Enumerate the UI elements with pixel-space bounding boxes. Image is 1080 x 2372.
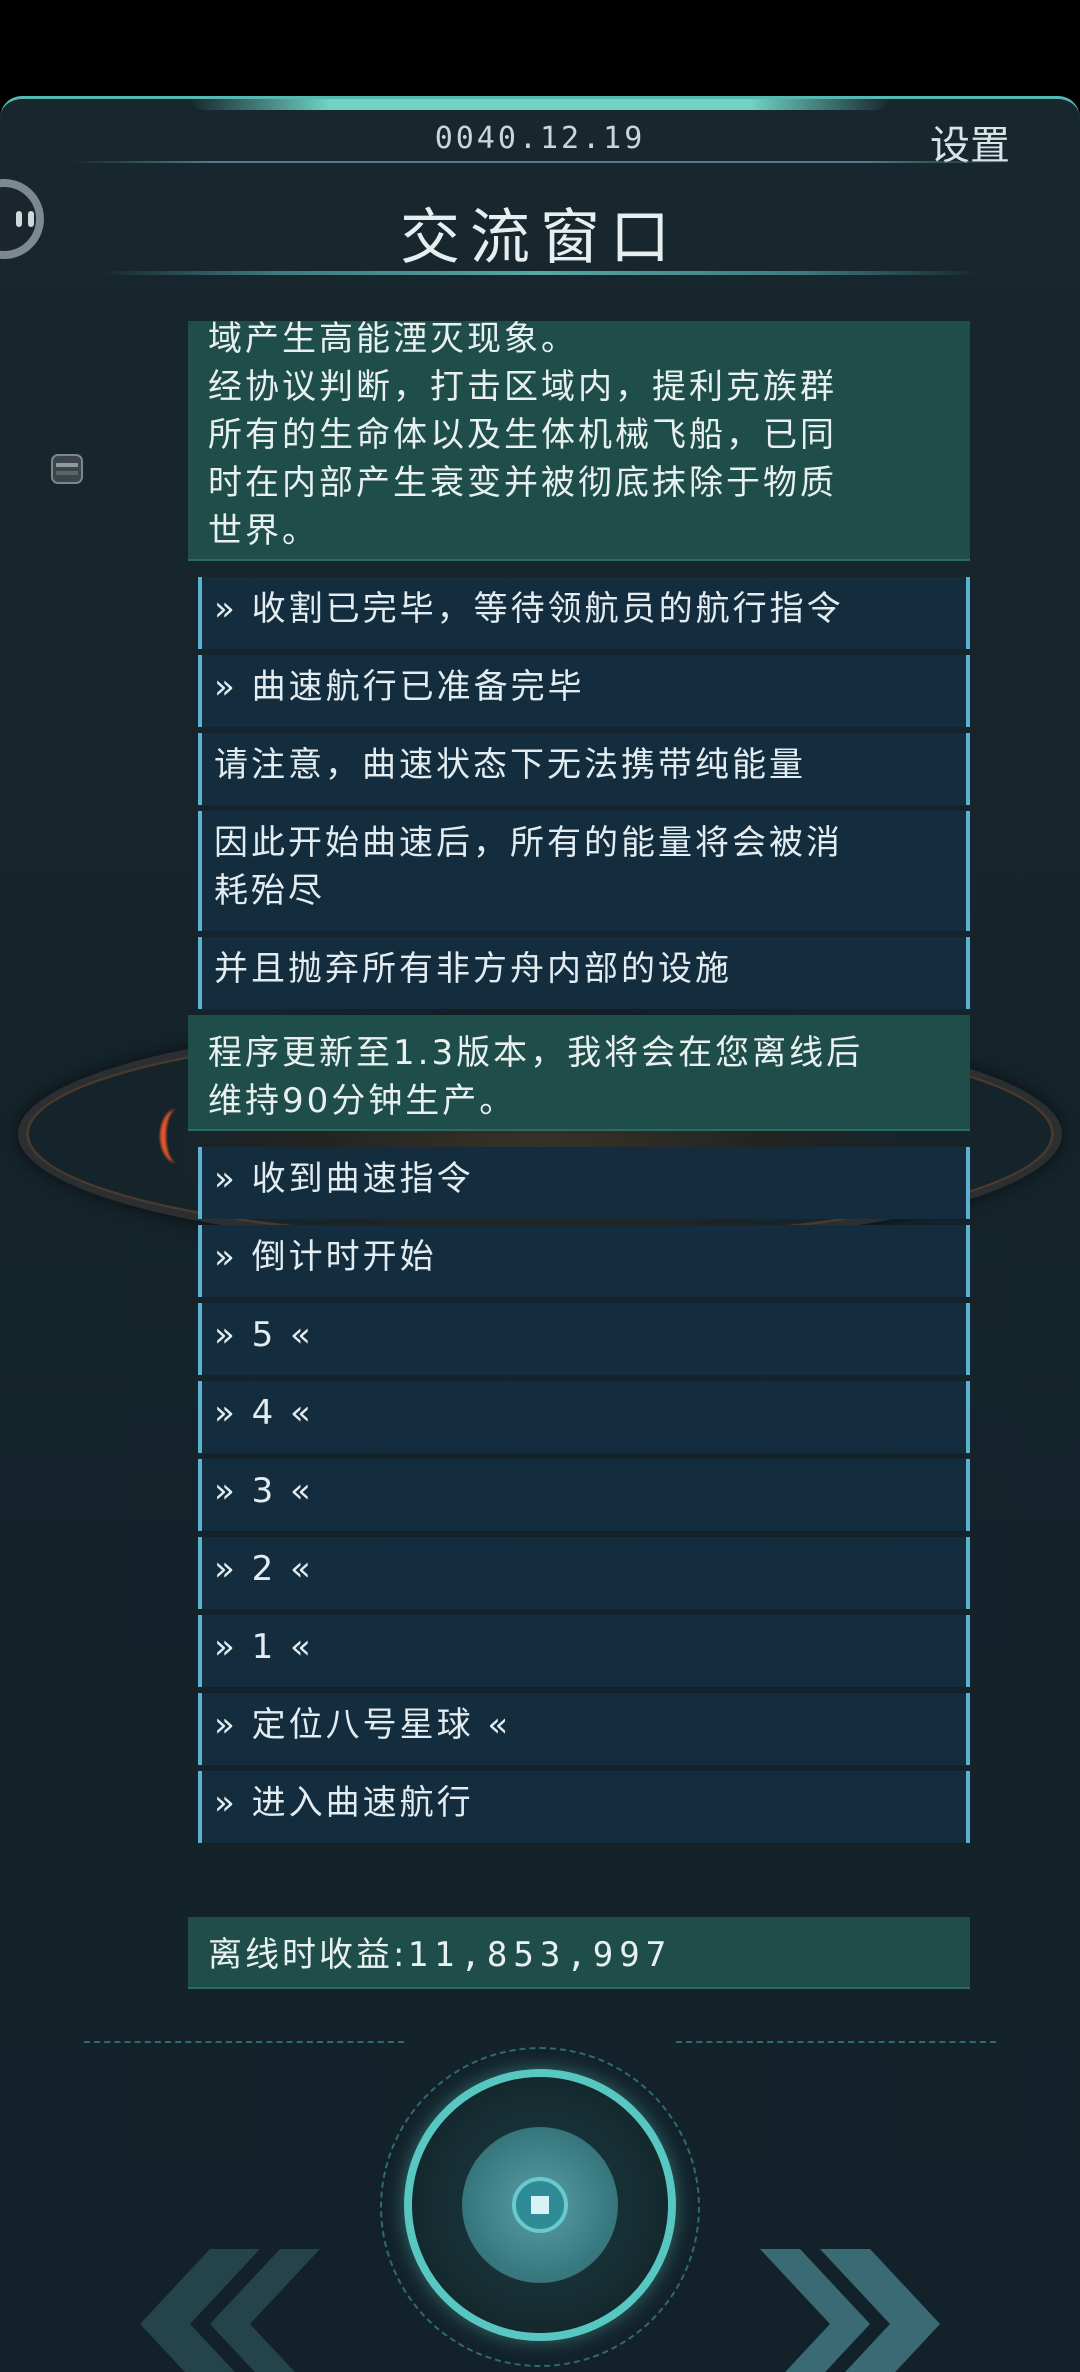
message-log[interactable]: 域产生高能湮灭现象。经协议判断，打击区域内，提利克族群 所有的生命体以及生体机械飞… (188, 321, 970, 1981)
offline-earnings-label: 离线时收益: (208, 1935, 408, 1975)
message-line: 并且抛弃所有非方舟内部的设施 (214, 949, 732, 989)
message-line: 世界。 (208, 511, 319, 551)
log-entry: 请注意，曲速状态下无法携带纯能量 (198, 733, 970, 805)
small-ship-icon (51, 454, 83, 484)
log-entry: » 倒计时开始 (198, 1225, 970, 1297)
log-entry: » 收割已完毕，等待领航员的航行指令 (198, 577, 970, 649)
message-line: 请注意，曲速状态下无法携带纯能量 (214, 745, 806, 785)
message-line: 因此开始曲速后，所有的能量将会被消 (214, 823, 843, 863)
log-entry: » 4 « (198, 1381, 970, 1453)
panel-top-glow (190, 99, 890, 110)
controls-divider-right (676, 2041, 996, 2043)
message-line: » 1 « (214, 1627, 314, 1667)
communication-panel: 0040.12.19 设置 交流窗口 域产生高能湮灭现象。 经协议判断，打击区域内… (0, 96, 1080, 2372)
header-divider-bottom (100, 271, 980, 275)
message-line: 域产生高能湮灭现象。 (208, 321, 578, 359)
message-line: » 4 « (214, 1393, 314, 1433)
log-entry: » 曲速航行已准备完毕 (198, 655, 970, 727)
message-line: 时在内部产生衰变并被彻底抹除于物质 (208, 463, 837, 503)
system-message: 程序更新至1.3版本，我将会在您离线后 维持90分钟生产。 (188, 1015, 970, 1131)
game-date: 0040.12.19 (434, 121, 646, 156)
double-chevron-right-icon[interactable] (760, 2239, 980, 2372)
log-entry: » 1 « (198, 1615, 970, 1687)
message-line: » 收到曲速指令 (214, 1159, 474, 1199)
message-line: 耗殆尽 (214, 871, 325, 911)
offline-earnings: 离线时收益:11,853,997 (188, 1917, 970, 1989)
log-entry: » 2 « (198, 1537, 970, 1609)
message-line: 维持90分钟生产。 (208, 1081, 517, 1121)
message-line: » 收割已完毕，等待领航员的航行指令 (214, 589, 844, 629)
header-divider-top (70, 161, 1010, 163)
double-chevron-left-icon[interactable] (100, 2239, 320, 2372)
message-line: 经协议判断，打击区域内，提利克族群 (208, 367, 837, 407)
log-entry: » 定位八号星球 « (198, 1693, 970, 1765)
offline-earnings-value: 11,853,997 (407, 1935, 673, 1975)
center-action-button[interactable] (404, 2069, 676, 2341)
status-bar (0, 0, 1080, 96)
log-entry: » 收到曲速指令 (198, 1147, 970, 1219)
log-entry: 因此开始曲速后，所有的能量将会被消 耗殆尽 (198, 811, 970, 931)
message-line: » 曲速航行已准备完毕 (214, 667, 585, 707)
log-entry: » 5 « (198, 1303, 970, 1375)
message-line: » 2 « (214, 1549, 314, 1589)
message-line: » 5 « (214, 1315, 314, 1355)
page-title: 交流窗口 (400, 203, 680, 273)
message-line: » 定位八号星球 « (214, 1705, 512, 1745)
log-entry: 并且抛弃所有非方舟内部的设施 (198, 937, 970, 1009)
log-entry: » 3 « (198, 1459, 970, 1531)
center-button-inner (462, 2127, 618, 2283)
power-core-icon (512, 2177, 568, 2233)
message-line: » 进入曲速航行 (214, 1783, 474, 1823)
message-line: » 倒计时开始 (214, 1237, 437, 1277)
message-line: 所有的生命体以及生体机械飞船，已同 (208, 415, 837, 455)
message-line: » 3 « (214, 1471, 314, 1511)
system-message: 域产生高能湮灭现象。经协议判断，打击区域内，提利克族群 所有的生命体以及生体机械飞… (188, 321, 970, 561)
controls-divider-left (84, 2041, 404, 2043)
message-line: 程序更新至1.3版本，我将会在您离线后 (208, 1033, 864, 1073)
log-entry: » 进入曲速航行 (198, 1771, 970, 1843)
